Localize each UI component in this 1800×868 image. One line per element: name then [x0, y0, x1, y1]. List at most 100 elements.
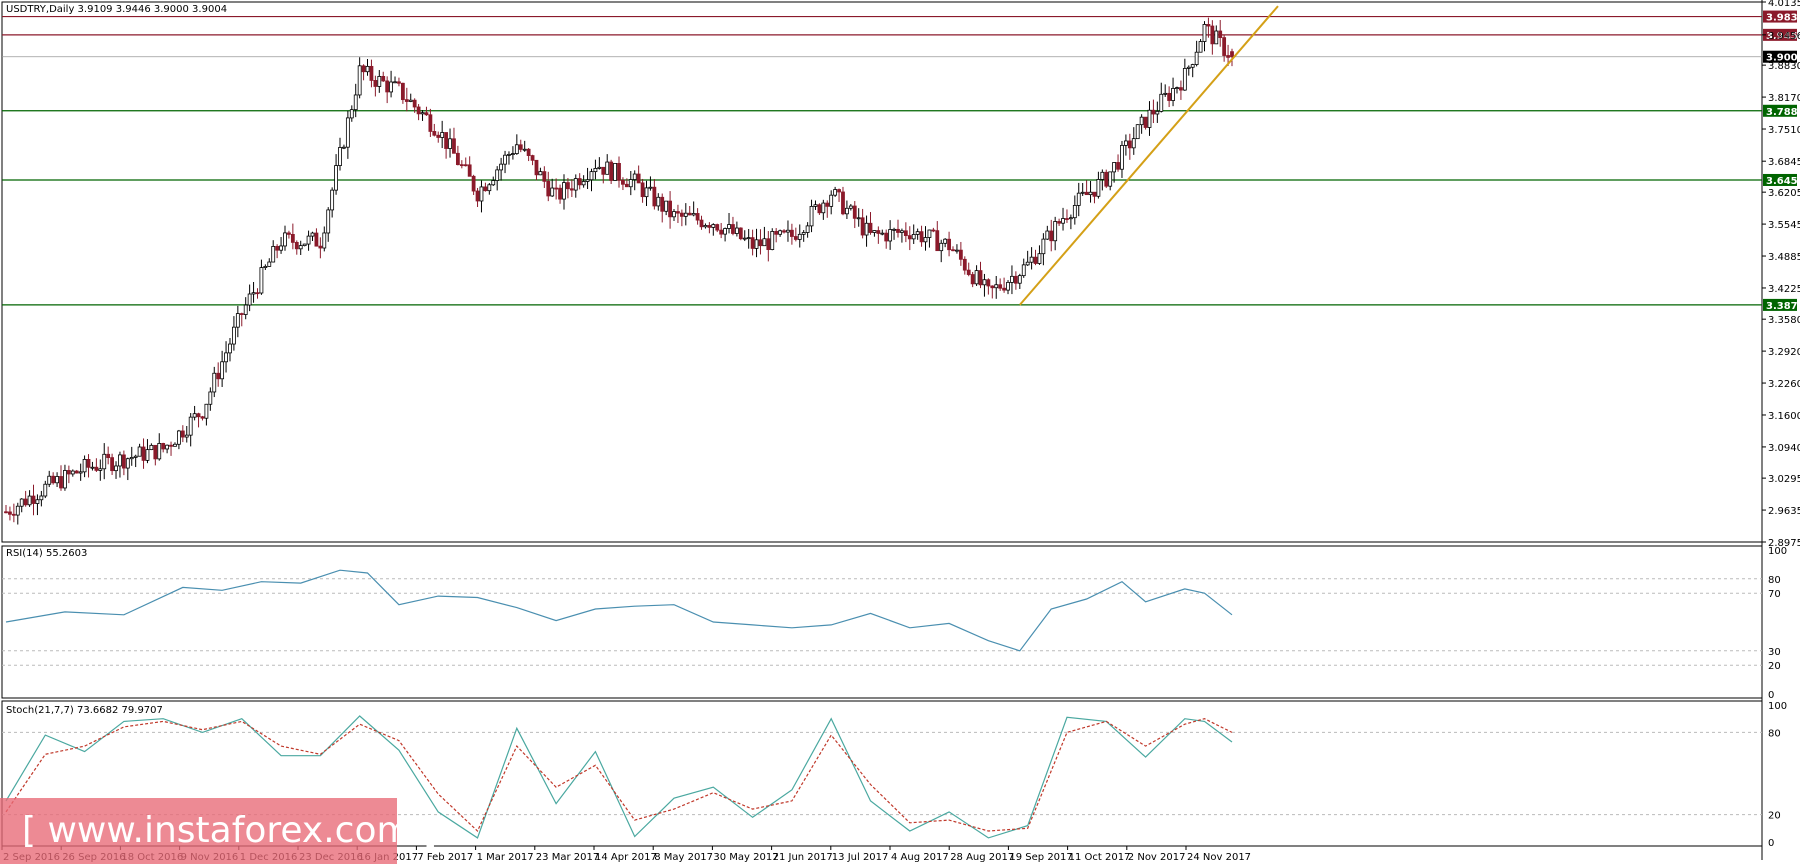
candle-body [1120, 144, 1124, 170]
candle-body [424, 112, 429, 116]
rsi-line [5, 569, 1233, 652]
candle-body [503, 154, 507, 165]
candle-body [141, 446, 146, 461]
candle-body [287, 232, 291, 235]
candle-body [947, 238, 951, 251]
time-tick-label: 8 May 2017 [654, 852, 713, 863]
candle-body [1194, 51, 1199, 65]
price-tick-label: 3.9456 [1768, 31, 1800, 42]
candle-body [514, 144, 519, 154]
chart-frames [1, 0, 1763, 860]
candle-body [106, 453, 111, 459]
candle-body [377, 76, 382, 87]
candle-body [1135, 124, 1140, 140]
candle-body [369, 65, 374, 81]
candle-body [153, 444, 158, 460]
candle-body [479, 186, 484, 202]
candle-body [727, 224, 731, 229]
candle-body [978, 270, 983, 286]
candle-body [868, 222, 873, 233]
candle-body [165, 444, 170, 450]
candle-body [554, 187, 559, 190]
candle-body [310, 232, 315, 237]
candle-body [581, 181, 586, 186]
candle-body [251, 292, 256, 295]
candle-body [432, 131, 437, 136]
candle-body [43, 483, 48, 497]
candle-body [632, 173, 637, 180]
candle-body [239, 313, 244, 315]
candle-body [35, 499, 40, 504]
candle-body [420, 112, 425, 115]
stoch-axis-label: 100 [1768, 701, 1787, 712]
candle-body [931, 229, 936, 232]
candle-body [1190, 64, 1195, 68]
candle-body [137, 446, 142, 457]
candle-body [731, 224, 735, 234]
candle-body [813, 204, 818, 207]
candle-body [1049, 230, 1054, 242]
candle-body [176, 430, 181, 445]
candle-body [872, 230, 877, 233]
candle-body [1127, 140, 1132, 149]
candle-body [1108, 171, 1113, 187]
time-tick-label: 19 Sep 2017 [1009, 852, 1072, 863]
candle-body [860, 217, 865, 236]
candle-body [880, 232, 885, 235]
rsi-axis-label: 30 [1768, 647, 1781, 658]
candle-body [1182, 68, 1187, 91]
candle-body [70, 470, 75, 475]
candle-body [408, 99, 413, 102]
candle-body [927, 229, 932, 238]
candle-body [703, 225, 708, 228]
candle-body [801, 232, 806, 235]
candle-body [365, 65, 370, 73]
candle-body [440, 132, 445, 138]
candle-body [660, 196, 665, 212]
time-tick-label: 14 Apr 2017 [595, 852, 657, 863]
candle-body [338, 147, 342, 166]
candle-body [216, 372, 221, 380]
candle-body [1116, 162, 1120, 170]
candle-body [534, 159, 539, 176]
time-tick-label: 13 Jul 2017 [832, 852, 889, 863]
level-label-3.7887: 3.7887 [1766, 107, 1800, 118]
candle-body [1033, 256, 1038, 264]
candle-body [428, 114, 433, 132]
rsi-axis-label: 70 [1768, 589, 1781, 600]
candle-body [664, 200, 669, 212]
candle-body [907, 235, 912, 240]
candle-body [271, 246, 276, 263]
candle-body [247, 293, 252, 306]
candle-body [817, 204, 822, 214]
candle-body [734, 227, 739, 234]
candle-body [656, 196, 661, 207]
candle-body [19, 498, 24, 507]
stoch-header: Stoch(21,7,7) 73.6682 79.9707 [6, 705, 163, 716]
candle-body [169, 444, 173, 447]
time-tick-label: 23 Mar 2017 [536, 852, 599, 863]
candle-body [436, 134, 441, 138]
candle-body [896, 228, 900, 233]
level-label-3.9834: 3.9834 [1766, 13, 1800, 24]
price-tick-label: 3.4885 [1768, 252, 1800, 263]
candle-body [491, 180, 496, 186]
candle-body [196, 413, 201, 418]
candle-body [448, 138, 452, 149]
candle-body [793, 236, 798, 240]
candle-body [255, 292, 260, 295]
level-label-3.3875: 3.3875 [1766, 301, 1800, 312]
candle-body [974, 270, 979, 285]
candle-body [911, 234, 916, 240]
price-tick-label: 3.2920 [1768, 347, 1800, 358]
panel-frame [1, 1, 1763, 543]
candle-body [864, 222, 869, 236]
candle-body [821, 202, 826, 214]
candle-body [672, 211, 676, 218]
rsi-indicator [2, 569, 1762, 666]
candle-body [208, 391, 213, 405]
candle-body [966, 269, 971, 275]
candle-body [102, 453, 107, 470]
candle-body [31, 495, 36, 504]
candle-body [39, 495, 44, 501]
